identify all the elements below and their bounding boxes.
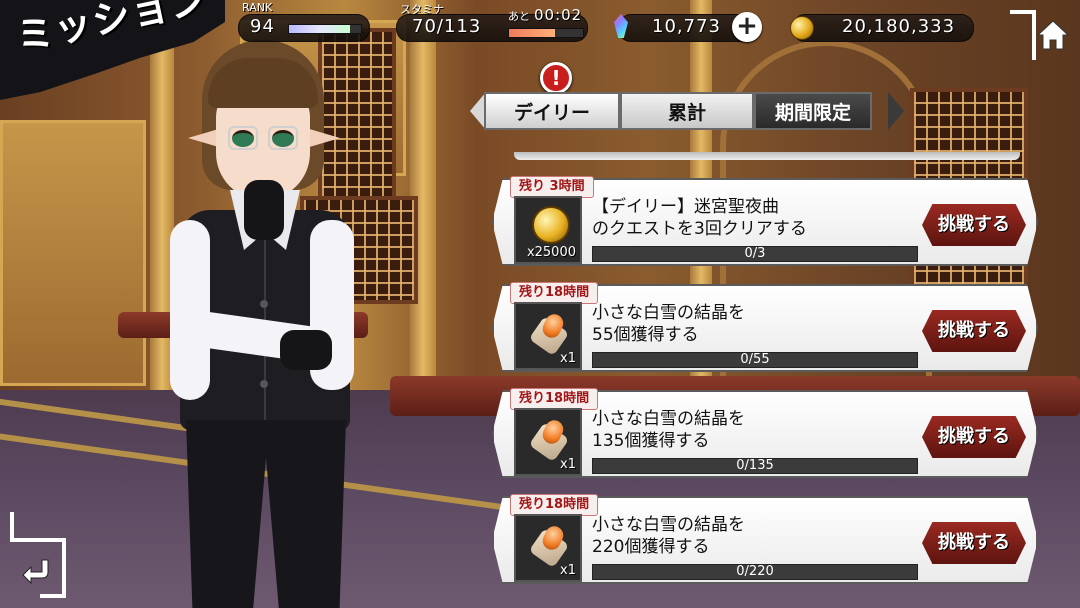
reward-box: x1 (514, 408, 582, 476)
mission-progress-bar: 0/55 (592, 352, 918, 368)
snow-crystal-icon (528, 523, 570, 569)
snow-crystal-icon (528, 417, 570, 463)
back-frame-corner (10, 538, 66, 542)
reward-quantity: x1 (560, 351, 576, 366)
snow-crystal-icon (528, 311, 570, 357)
mission-description: 小さな白雪の結晶を 135個獲得する (592, 408, 922, 452)
back-frame-corner (62, 538, 66, 594)
reward-quantity: x1 (560, 457, 576, 472)
character-glove (280, 330, 332, 370)
mission-text-line: 220個獲得する (592, 537, 710, 557)
rank-value: 94 (250, 16, 275, 37)
gold-count: 20,180,333 (842, 16, 956, 37)
stamina-bar (508, 28, 584, 38)
tab-daily[interactable]: デイリー (484, 92, 620, 130)
reward-box: x1 (514, 514, 582, 582)
stamina-value: 70/113 (412, 16, 482, 37)
home-button[interactable] (1010, 0, 1080, 96)
home-icon (1036, 20, 1070, 50)
reward-quantity: x25000 (526, 245, 576, 260)
mission-progress-text: 0/55 (740, 352, 770, 367)
character-glove (244, 180, 284, 240)
rank-exp-bar (288, 24, 362, 34)
mission-description: 小さな白雪の結晶を 55個獲得する (592, 302, 922, 346)
character-illustration (160, 40, 390, 608)
tab-arrow-right (888, 92, 904, 130)
alert-icon: ! (540, 62, 572, 94)
mission-progress-bar: 0/135 (592, 458, 918, 474)
time-left-badge: 残り 3時間 (510, 176, 594, 198)
mission-card: 残り18時間 x1 小さな白雪の結晶を 220個獲得する 0/220 挑戦する (492, 494, 1042, 586)
mission-text-line: 135個獲得する (592, 431, 710, 451)
mission-description: 【デイリー】迷宮聖夜曲 のクエストを3回クリアする (592, 196, 922, 240)
back-frame-corner (40, 594, 66, 598)
mission-list[interactable]: 残り 3時間 x25000 【デイリー】迷宮聖夜曲 のクエストを3回クリアする … (486, 152, 1042, 608)
mission-card: 残り 3時間 x25000 【デイリー】迷宮聖夜曲 のクエストを3回クリアする … (492, 176, 1042, 268)
mission-text-line: のクエストを3回クリアする (592, 219, 807, 239)
coin-icon (790, 16, 814, 40)
character-ear (306, 128, 340, 148)
crystal-count: 10,773 (652, 16, 721, 37)
mission-progress-text: 0/3 (744, 246, 766, 261)
status-bar: RANK 94 スタミナ 70/113 あと 00:02 10,773 + 20… (0, 0, 1080, 42)
challenge-button[interactable]: 挑戦する (922, 522, 1026, 564)
reward-quantity: x1 (560, 563, 576, 578)
character-button (260, 380, 268, 388)
challenge-button[interactable]: 挑戦する (922, 416, 1026, 458)
reward-box: x25000 (514, 196, 582, 264)
time-left-badge: 残り18時間 (510, 282, 599, 304)
rank-label: RANK (242, 1, 273, 14)
time-left-badge: 残り18時間 (510, 388, 599, 410)
character-glasses (268, 126, 298, 150)
stamina-timer-value: 00:02 (534, 6, 583, 24)
character-glasses (228, 126, 258, 150)
character-button (260, 300, 268, 308)
tab-limited[interactable]: 期間限定 (754, 92, 872, 130)
challenge-button[interactable]: 挑戦する (922, 310, 1026, 352)
mission-progress-text: 0/220 (736, 564, 774, 579)
mission-text-line: 【デイリー】迷宮聖夜曲 (592, 197, 779, 217)
mission-text-line: 小さな白雪の結晶を (592, 409, 745, 429)
mission-text-line: 小さな白雪の結晶を (592, 303, 745, 323)
character-legs (186, 420, 346, 608)
mission-progress-text: 0/135 (736, 458, 774, 473)
mission-progress-bar: 0/3 (592, 246, 918, 262)
coin-icon (532, 206, 570, 244)
stamina-timer-label: あと (508, 10, 530, 23)
add-crystal-button[interactable]: + (732, 12, 762, 42)
rank-exp-fill (289, 25, 351, 33)
reward-box: x1 (514, 302, 582, 370)
mission-text-line: 小さな白雪の結晶を (592, 515, 745, 535)
time-left-badge: 残り18時間 (510, 494, 599, 516)
mission-progress-bar: 0/220 (592, 564, 918, 580)
challenge-button[interactable]: 挑戦する (922, 204, 1026, 246)
mission-card: 残り18時間 x1 小さな白雪の結晶を 135個獲得する 0/135 挑戦する (492, 388, 1042, 480)
mission-card: 残り18時間 x1 小さな白雪の結晶を 55個獲得する 0/55 挑戦する (492, 282, 1042, 374)
stamina-label: スタミナ (400, 3, 444, 16)
character-sleeve (170, 220, 210, 400)
stamina-fill (509, 29, 555, 37)
mission-text-line: 55個獲得する (592, 325, 699, 345)
back-icon[interactable] (22, 556, 54, 586)
wood-panel (0, 120, 146, 386)
mission-description: 小さな白雪の結晶を 220個獲得する (592, 514, 922, 558)
tab-cumulative[interactable]: 累計 (620, 92, 754, 130)
mission-tabs: デイリー 累計 期間限定 (470, 92, 904, 130)
